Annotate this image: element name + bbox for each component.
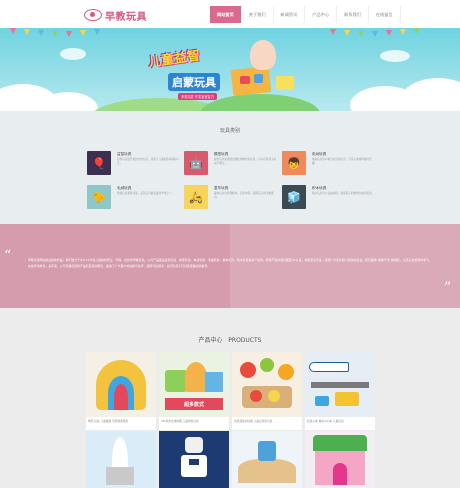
product-caption: 轨道火车 电动小火车 儿童玩具 — [307, 419, 344, 423]
bunting-flag — [400, 29, 406, 35]
close-quote-icon: ” — [444, 280, 452, 296]
category-name: 电动玩具 — [312, 152, 327, 156]
category-item[interactable]: 🐤 毛绒玩具 毛绒玩具柔软可爱，是孩子们最喜爱的伙伴之一。 — [87, 185, 182, 209]
hot-air-balloon-icon: 🎈 — [87, 151, 111, 175]
nav-item-products[interactable]: 产品中心 — [305, 6, 338, 23]
product-caption: 水果蔬菜切切看 儿童过家家玩具 — [234, 419, 273, 423]
category-item[interactable]: 🧊 积木玩具 积木玩具可以自由拼搭，激发孩子的想象力和创造力。 — [282, 185, 377, 209]
product-caption: 3D 积木立体拼图 儿童益智玩具 — [161, 419, 199, 423]
nav-item-message[interactable]: 在线留言 — [369, 6, 401, 23]
category-desc: 模型玩具是按照实物比例制作的玩具，可以培养孩子的动手能力。 — [214, 158, 277, 165]
toy-block — [276, 76, 294, 90]
category-section: 玩具类别 🎈 益智玩具 益智玩具是开发智力的玩具，适用于儿童和各年龄段人士。 🤖… — [0, 111, 460, 224]
product-section-title: 产品中心 PRODUCTS — [0, 335, 460, 344]
bunting-flag — [38, 30, 44, 36]
cube-icon: 🧊 — [282, 185, 306, 209]
about-band: “ ” 早教玩具网站欢迎您的光临！我们致力于为0-12岁的儿童提供安全、环保、益… — [0, 224, 460, 308]
category-desc: 积木玩具可以自由拼搭，激发孩子的想象力和创造力。 — [312, 192, 375, 195]
toy-piece — [240, 76, 250, 84]
bunting-flag — [52, 31, 58, 37]
about-text: 早教玩具网站欢迎您的光临！我们致力于为0-12岁的儿童提供安全、环保、益智的早教… — [28, 258, 432, 268]
product-title-en: PRODUCTS — [228, 337, 262, 344]
bunting-flag — [386, 30, 392, 36]
product-image-fruit — [232, 352, 302, 417]
bunting-flag — [330, 29, 336, 35]
logo-text: 早教玩具 — [105, 11, 147, 23]
site-header: 早教玩具 网站首页 关于我们 新闻资讯 产品中心 联系我们 在线留言 — [0, 0, 460, 28]
cloud — [380, 50, 410, 62]
product-card[interactable] — [232, 431, 302, 488]
toy-piece — [254, 74, 263, 83]
product-image-train — [305, 352, 375, 417]
product-card[interactable]: 休闲 玩具 儿童帐篷 可折叠游戏屋 — [86, 352, 156, 430]
nav-item-home[interactable]: 网站首页 — [210, 6, 242, 23]
product-image-rocket — [86, 431, 156, 488]
category-desc: 益智玩具是开发智力的玩具，适用于儿童和各年龄段人士。 — [117, 158, 180, 165]
product-card[interactable] — [86, 431, 156, 488]
bunting-flag — [66, 31, 72, 37]
category-desc: 毛绒玩具柔软可爱，是孩子们最喜爱的伙伴之一。 — [117, 192, 175, 195]
category-name: 益智玩具 — [117, 152, 132, 156]
nav-item-contact[interactable]: 联系我们 — [337, 6, 369, 23]
bunting-flag — [94, 29, 100, 35]
scooter-icon: 🛵 — [184, 185, 208, 209]
product-card[interactable] — [159, 431, 229, 488]
hero-banner[interactable]: 儿童益智 启蒙玩具 多重启蒙 开发宝宝智力 — [0, 28, 460, 111]
product-caption: 休闲 玩具 儿童帐篷 可折叠游戏屋 — [88, 419, 129, 423]
product-image-puzzle: 超多款式 — [159, 352, 229, 417]
open-quote-icon: “ — [4, 248, 12, 264]
nav-item-news[interactable]: 新闻资讯 — [274, 6, 306, 23]
category-item[interactable]: 👦 电动玩具 电动玩具是以电为动力的玩具，让孩子体验科技的乐趣。 — [282, 151, 377, 175]
category-name: 童车玩具 — [214, 186, 229, 190]
cloud — [400, 78, 460, 111]
product-card[interactable]: 超多款式 3D 积木立体拼图 儿童益智玩具 — [159, 352, 229, 430]
bunting-flag — [80, 30, 86, 36]
boy-figure-icon: 👦 — [282, 151, 306, 175]
logo[interactable]: 早教玩具 — [84, 7, 147, 23]
category-item[interactable]: 🛵 童车玩具 童车玩具包括滑板车、自行车等，锻炼孩子的平衡能力。 — [184, 185, 279, 209]
category-desc: 电动玩具是以电为动力的玩具，让孩子体验科技的乐趣。 — [312, 158, 372, 165]
product-card[interactable]: 水果蔬菜切切看 儿童过家家玩具 — [232, 352, 302, 430]
child-figure — [250, 40, 276, 70]
product-image-sand — [232, 431, 302, 488]
main-nav: 网站首页 关于我们 新闻资讯 产品中心 联系我们 在线留言 — [210, 6, 401, 23]
bunting-flag — [414, 28, 420, 34]
product-card[interactable] — [305, 431, 375, 488]
product-card[interactable]: 轨道火车 电动小火车 儿童玩具 — [305, 352, 375, 430]
bunting-flag — [358, 31, 364, 37]
category-name: 模型玩具 — [214, 152, 229, 156]
banner-subtitle: 启蒙玩具 — [168, 73, 220, 91]
category-item[interactable]: 🎈 益智玩具 益智玩具是开发智力的玩具，适用于儿童和各年龄段人士。 — [87, 151, 182, 175]
product-image-tent — [86, 352, 156, 417]
robot-icon: 🤖 — [184, 151, 208, 175]
green-hill — [200, 94, 320, 111]
bunting-flag — [344, 30, 350, 36]
category-desc: 童车玩具包括滑板车、自行车等，锻炼孩子的平衡能力。 — [214, 192, 274, 199]
product-image-playhouse — [305, 431, 375, 488]
bunting-flag — [372, 31, 378, 37]
product-title-cn: 产品中心 — [198, 337, 223, 344]
category-section-title: 玩具类别 — [219, 128, 240, 134]
product-section: 产品中心 PRODUCTS 休闲 玩具 儿童帐篷 可折叠游戏屋 超多款式 3D … — [0, 308, 460, 488]
category-name: 毛绒玩具 — [117, 186, 132, 190]
logo-mark-icon — [84, 9, 102, 21]
product-image-robot — [159, 431, 229, 488]
bunting-flag — [24, 29, 30, 35]
nav-item-about[interactable]: 关于我们 — [242, 6, 274, 23]
banner-tag: 多重启蒙 开发宝宝智力 — [178, 93, 217, 100]
duck-icon: 🐤 — [87, 185, 111, 209]
bunting-flag — [10, 28, 16, 34]
category-item[interactable]: 🤖 模型玩具 模型玩具是按照实物比例制作的玩具，可以培养孩子的动手能力。 — [184, 151, 279, 175]
banner-title: 儿童益智 — [147, 48, 202, 71]
cloud — [60, 48, 86, 60]
category-name: 积木玩具 — [312, 186, 327, 190]
toy-puzzle-box — [230, 66, 272, 96]
